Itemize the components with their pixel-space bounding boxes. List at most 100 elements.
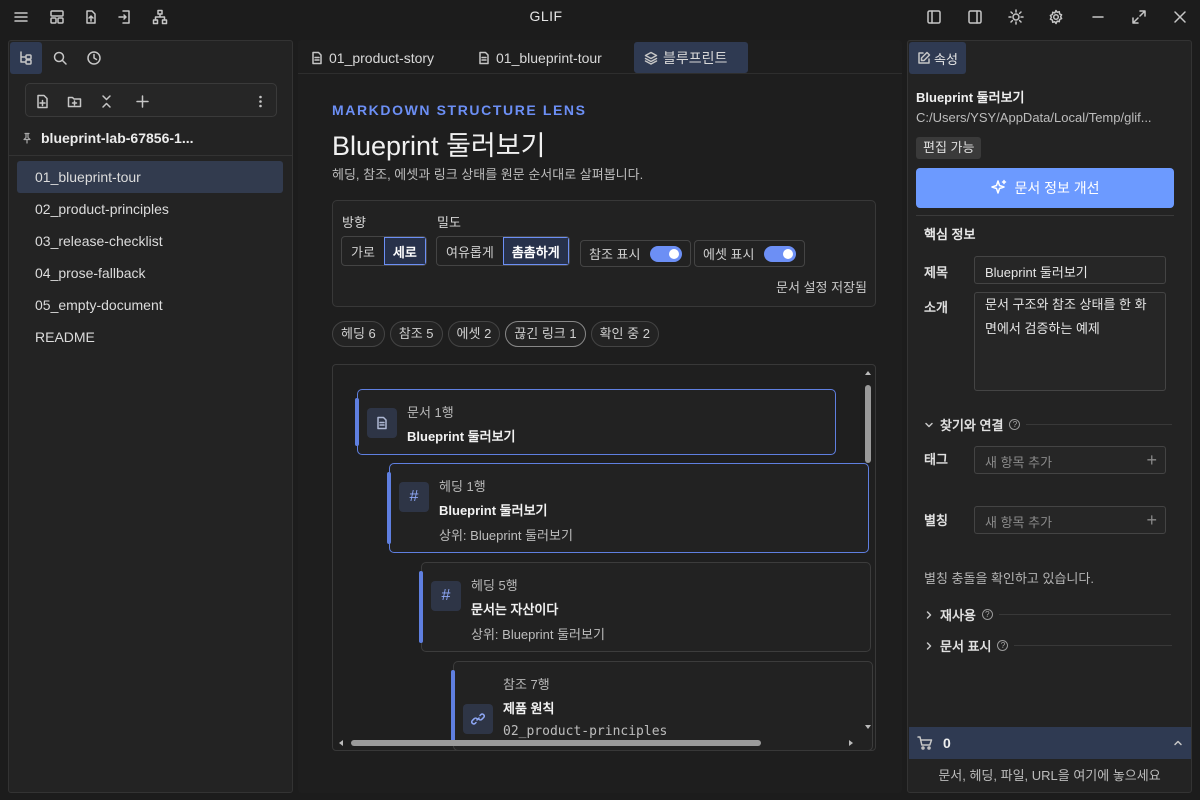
- hash-icon: #: [431, 581, 461, 611]
- intro-field[interactable]: 문서 구조와 참조 상태를 한 화면에서 검증하는 예제: [974, 292, 1166, 391]
- reuse-section[interactable]: 재사용 ?: [924, 605, 1171, 624]
- title-field[interactable]: Blueprint 둘러보기: [974, 256, 1166, 284]
- node-document[interactable]: 문서 1행 Blueprint 둘러보기: [355, 389, 836, 455]
- plus-icon: [135, 94, 149, 108]
- editor-tab-bar: 01_product-story 01_blueprint-tour 블루프린트: [298, 40, 902, 74]
- chip-headings[interactable]: 헤딩 6: [332, 321, 385, 347]
- file-list: 01_blueprint-tour 02_product-principles 03…: [17, 161, 283, 353]
- edit-icon: [918, 51, 931, 64]
- tab-blueprint-tour[interactable]: 01_blueprint-tour: [467, 42, 612, 73]
- vault-header[interactable]: blueprint-lab-67856-1...: [21, 127, 193, 149]
- tab-blueprint[interactable]: 블루프린트: [634, 42, 748, 73]
- node-title: 문서는 자산이다: [471, 602, 559, 617]
- help-icon[interactable]: ?: [997, 640, 1009, 651]
- density-relaxed-option[interactable]: 여유롭게: [437, 237, 503, 265]
- close-icon[interactable]: [1170, 7, 1190, 27]
- more-vertical-icon: [258, 95, 262, 107]
- left-sidebar: blueprint-lab-67856-1... 01_blueprint-to…: [8, 40, 293, 793]
- new-file-icon: [36, 94, 48, 108]
- section-title: 찾기와 연결: [940, 418, 1004, 433]
- direction-label: 방향: [342, 215, 366, 230]
- toggle-left-sidebar-icon[interactable]: [924, 7, 944, 27]
- maximize-icon[interactable]: [1129, 7, 1149, 27]
- chip-refs[interactable]: 참조 5: [389, 321, 443, 347]
- toggle-label: 참조 표시: [589, 247, 641, 262]
- add-button[interactable]: [132, 91, 152, 111]
- plus-icon[interactable]: +: [1146, 451, 1157, 469]
- vertical-scrollbar[interactable]: [863, 367, 873, 735]
- editable-badge: 편집 가능: [916, 137, 982, 159]
- file-item[interactable]: 05_empty-document: [17, 289, 283, 321]
- chip-broken-links[interactable]: 끊긴 링크 1: [505, 321, 586, 347]
- density-label: 밀도: [437, 215, 461, 230]
- direction-vertical-option[interactable]: 세로: [383, 237, 426, 265]
- button-label: 문서 정보 개선: [1014, 180, 1100, 196]
- help-icon[interactable]: ?: [981, 609, 993, 620]
- tab-product-story[interactable]: 01_product-story: [300, 42, 444, 73]
- density-compact-option[interactable]: 촘촘하게: [502, 237, 569, 265]
- node-accent: [387, 472, 391, 544]
- intro-field-label: 소개: [924, 300, 948, 315]
- more-options-button[interactable]: [250, 91, 270, 111]
- new-folder-icon: [67, 96, 81, 107]
- node-kind: 헤딩 1행: [439, 479, 486, 494]
- find-link-section[interactable]: 찾기와 연결 ?: [924, 415, 1173, 434]
- layers-icon: [644, 51, 658, 65]
- collection-bar[interactable]: 0: [909, 727, 1191, 759]
- file-item[interactable]: 01_blueprint-tour: [17, 161, 283, 193]
- improve-doc-info-button[interactable]: 문서 정보 개선: [916, 168, 1174, 208]
- chip-assets[interactable]: 에셋 2: [447, 321, 501, 347]
- history-tab[interactable]: [78, 42, 110, 74]
- file-tree-icon: [20, 51, 32, 65]
- lens-label: MARKDOWN STRUCTURE LENS: [332, 102, 587, 118]
- tab-label: 블루프린트: [663, 49, 728, 66]
- page-title: Blueprint 둘러보기: [332, 131, 546, 161]
- chip-checking[interactable]: 확인 중 2: [590, 321, 659, 347]
- toggle-label: 에셋 표시: [703, 247, 755, 262]
- node-heading[interactable]: # 헤딩 5행 문서는 자산이다 상위: Blueprint 둘러보기: [419, 562, 871, 652]
- node-heading[interactable]: # 헤딩 1행 Blueprint 둘러보기 상위: Blueprint 둘러보…: [387, 463, 869, 553]
- collapse-icon: [101, 94, 111, 108]
- help-icon[interactable]: ?: [1009, 419, 1021, 430]
- horizontal-scrollbar[interactable]: [335, 738, 863, 748]
- direction-horizontal-option[interactable]: 가로: [342, 237, 384, 265]
- chevron-up-icon[interactable]: [1173, 738, 1183, 748]
- file-item[interactable]: README: [17, 321, 283, 353]
- tag-input[interactable]: 새 항목 추가 +: [974, 446, 1166, 474]
- collapse-all-button[interactable]: [96, 91, 116, 111]
- show-refs-toggle[interactable]: 참조 표시: [580, 240, 692, 267]
- gear-icon[interactable]: [1046, 7, 1066, 27]
- node-accent: [451, 670, 455, 742]
- section-title: 문서 표시: [940, 639, 992, 654]
- plus-icon[interactable]: +: [1146, 511, 1157, 529]
- doc-display-section[interactable]: 문서 표시 ?: [924, 636, 1173, 655]
- toggle-right-sidebar-icon[interactable]: [965, 7, 985, 27]
- minimize-icon[interactable]: [1088, 7, 1108, 27]
- properties-tab[interactable]: 속성: [909, 42, 966, 74]
- new-folder-button[interactable]: [64, 91, 84, 111]
- node-title: 제품 원칙: [503, 701, 555, 716]
- vault-name: blueprint-lab-67856-1...: [41, 130, 194, 146]
- tab-label: 속성: [934, 51, 958, 67]
- core-info-heading: 핵심 정보: [924, 227, 976, 242]
- show-assets-toggle[interactable]: 에셋 표시: [694, 240, 806, 267]
- file-item[interactable]: 04_prose-fallback: [17, 257, 283, 289]
- switch[interactable]: [764, 245, 797, 262]
- doc-path: C:/Users/YSY/AppData/Local/Temp/glif...: [916, 110, 1152, 125]
- new-file-button[interactable]: [32, 91, 52, 111]
- view-settings: 방향 밀도 가로 세로 여유롭게 촘촘하게 참조 표시 에셋 표시 문서 설정 …: [332, 200, 876, 307]
- clock-icon: [87, 51, 101, 65]
- tab-label: 01_product-story: [329, 49, 435, 66]
- alias-input[interactable]: 새 항목 추가 +: [974, 506, 1166, 534]
- file-tree-tab[interactable]: [10, 42, 42, 74]
- theme-sun-icon[interactable]: [1006, 7, 1026, 27]
- title-field-label: 제목: [924, 265, 948, 280]
- file-item[interactable]: 03_release-checklist: [17, 225, 283, 257]
- switch[interactable]: [650, 245, 683, 262]
- file-item[interactable]: 02_product-principles: [17, 193, 283, 225]
- document-icon: [479, 51, 489, 64]
- density-segmented: 여유롭게 촘촘하게: [436, 236, 570, 266]
- pin-icon: [23, 132, 31, 144]
- search-tab[interactable]: [44, 42, 76, 74]
- node-kind: 참조 7행: [503, 677, 550, 692]
